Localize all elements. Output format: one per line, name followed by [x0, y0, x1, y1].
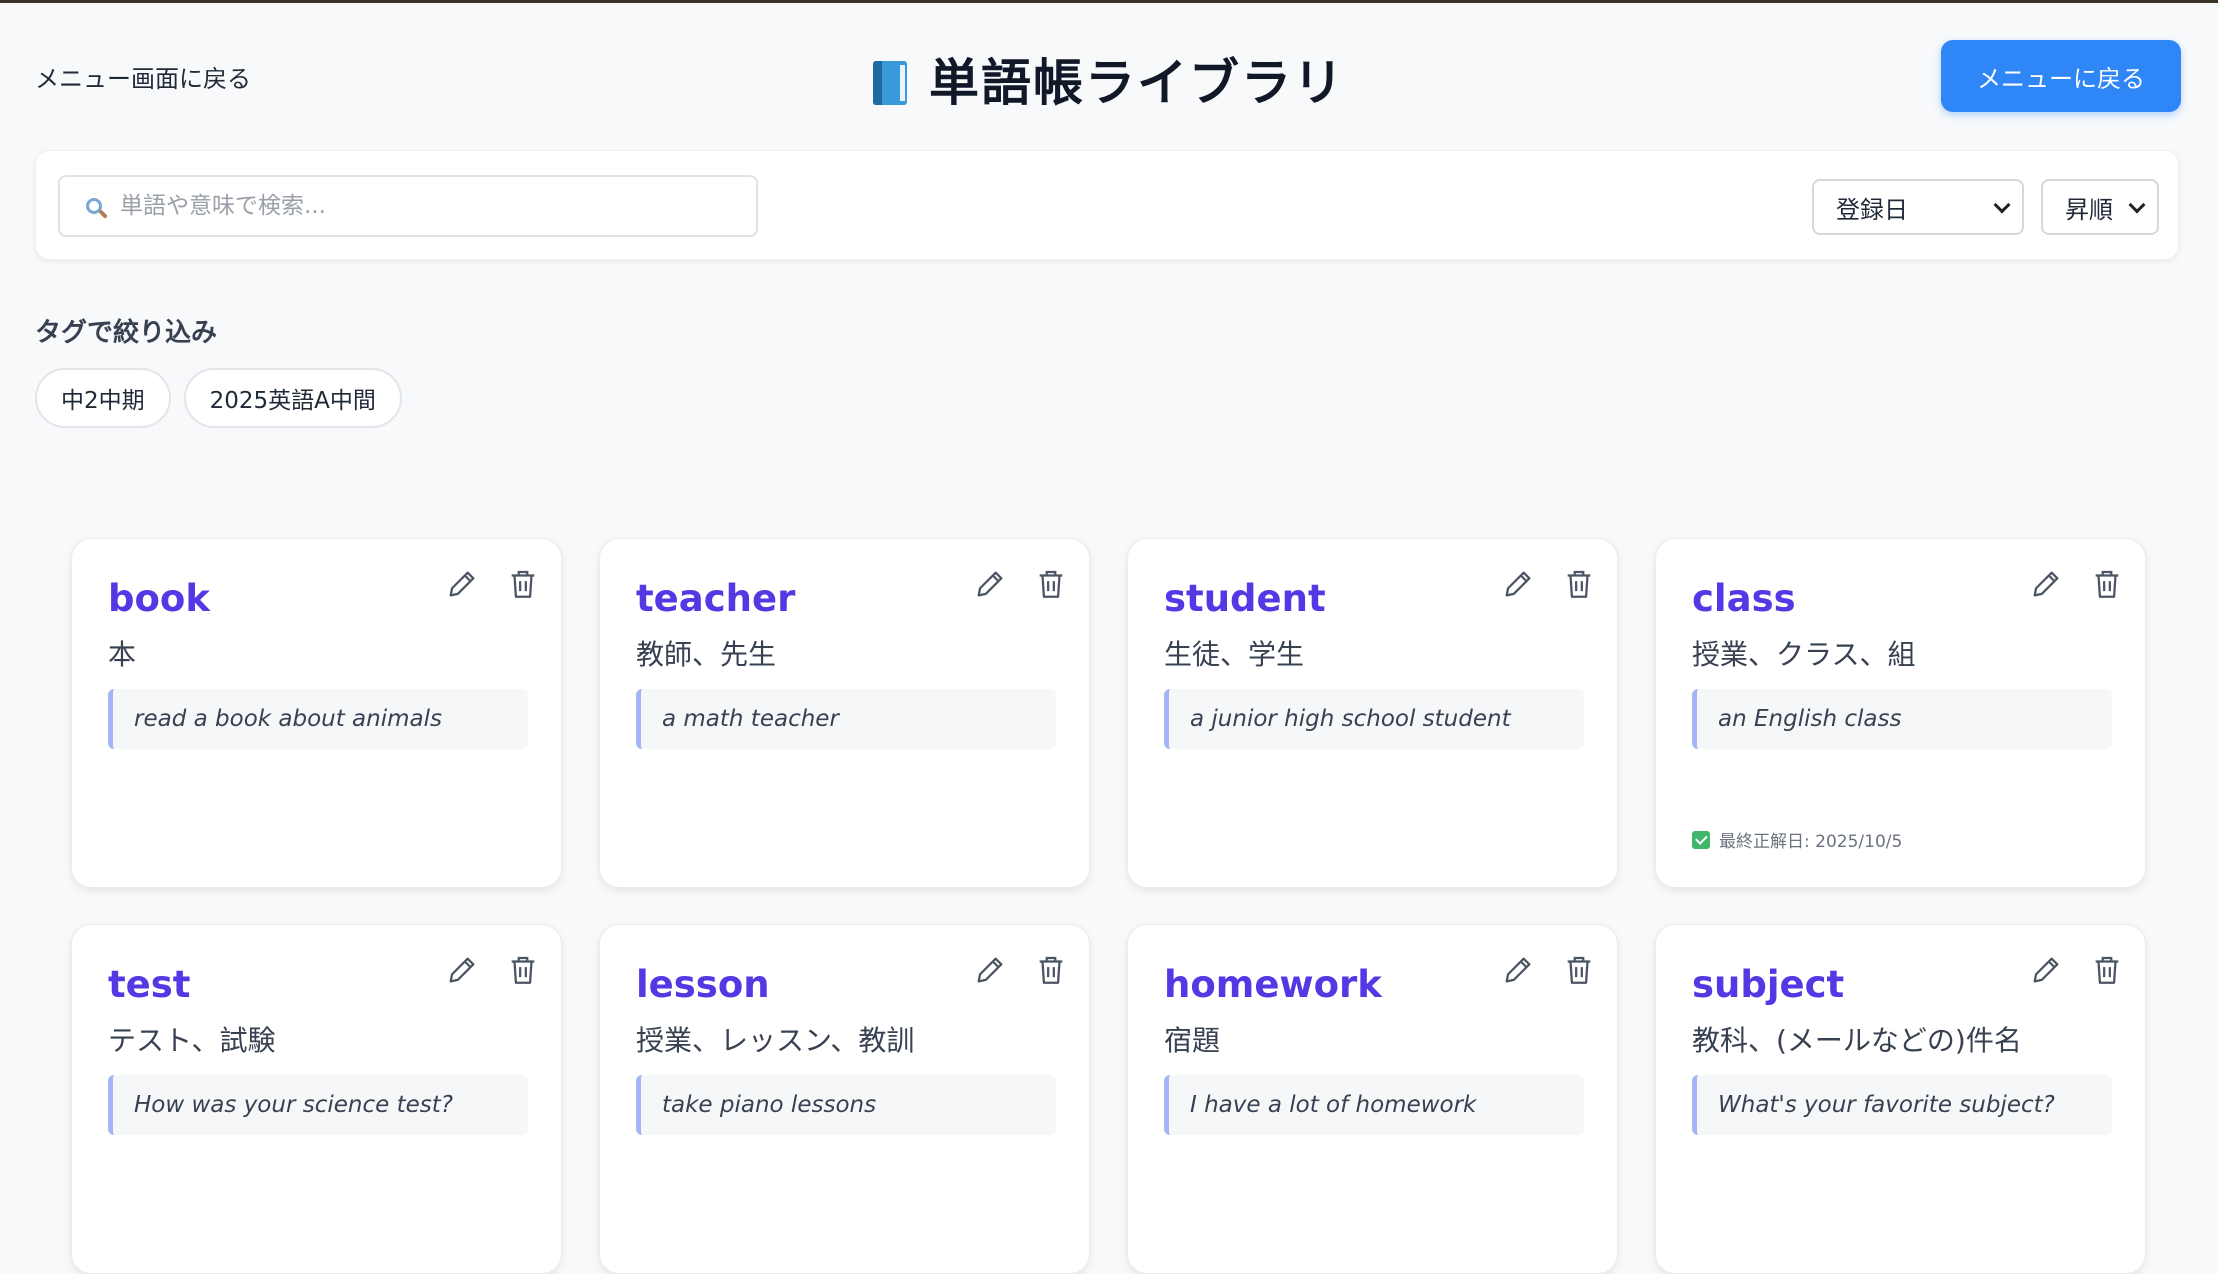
edit-pencil-icon[interactable] [973, 567, 1007, 601]
sort-field-value: 登録日 [1836, 195, 1908, 224]
edit-pencil-icon[interactable] [445, 953, 479, 987]
search-icon [86, 198, 102, 214]
card-example: a junior high school student [1164, 689, 1584, 749]
card-example: an English class [1692, 689, 2112, 749]
search-box[interactable] [58, 175, 758, 237]
word-card[interactable]: homework 宿題 I have a lot of homework [1127, 924, 1618, 1274]
sort-order-select[interactable]: 昇順 [2041, 179, 2159, 235]
chevron-down-icon [1993, 196, 2011, 214]
card-example: I have a lot of homework [1164, 1075, 1584, 1135]
card-word[interactable]: lesson [636, 963, 770, 1006]
card-example: What's your favorite subject? [1692, 1075, 2112, 1135]
card-example: How was your science test? [108, 1075, 528, 1135]
trash-icon[interactable] [506, 567, 540, 601]
card-meaning: 本 [108, 638, 137, 671]
card-meaning: テスト、試験 [108, 1024, 276, 1057]
checkmark-icon [1692, 830, 1710, 849]
card-word[interactable]: test [108, 963, 191, 1006]
card-word[interactable]: homework [1164, 963, 1382, 1006]
trash-icon[interactable] [2090, 567, 2124, 601]
trash-icon[interactable] [1562, 567, 1596, 601]
card-word[interactable]: class [1692, 577, 1796, 620]
card-meaning: 生徒、学生 [1164, 638, 1305, 671]
card-example: a math teacher [636, 689, 1056, 749]
tag-chip[interactable]: 中2中期 [35, 368, 171, 428]
card-meaning: 授業、レッスン、教訓 [636, 1024, 915, 1057]
trash-icon[interactable] [1562, 953, 1596, 987]
word-card[interactable]: class 授業、クラス、組 an English class 最終正解日: 2… [1655, 538, 2146, 888]
trash-icon[interactable] [2090, 953, 2124, 987]
edit-pencil-icon[interactable] [2029, 953, 2063, 987]
blue-book-icon [873, 61, 907, 105]
word-card[interactable]: teacher 教師、先生 a math teacher [599, 538, 1090, 888]
card-meaning: 教師、先生 [636, 638, 777, 671]
edit-pencil-icon[interactable] [973, 953, 1007, 987]
last-correct-text: 最終正解日: 2025/10/5 [1719, 832, 1903, 852]
trash-icon[interactable] [1034, 567, 1068, 601]
card-meaning: 宿題 [1164, 1024, 1221, 1057]
word-card[interactable]: lesson 授業、レッスン、教訓 take piano lessons [599, 924, 1090, 1274]
word-card[interactable]: book 本 read a book about animals [71, 538, 562, 888]
card-word[interactable]: teacher [636, 577, 795, 620]
page-title-text: 単語帳ライブラリ [929, 54, 1345, 112]
chevron-down-icon [2128, 196, 2146, 214]
edit-pencil-icon[interactable] [445, 567, 479, 601]
tag-filter-heading: タグで絞り込み [35, 318, 218, 348]
card-meaning: 教科、(メールなどの)件名 [1692, 1024, 2022, 1057]
sort-order-value: 昇順 [2065, 195, 2113, 224]
edit-pencil-icon[interactable] [1501, 953, 1535, 987]
card-word[interactable]: book [108, 577, 210, 620]
card-example: take piano lessons [636, 1075, 1056, 1135]
menu-return-button[interactable]: メニューに戻る [1941, 40, 2181, 112]
search-input[interactable] [118, 192, 756, 220]
card-word[interactable]: subject [1692, 963, 1844, 1006]
search-panel: 登録日 昇順 [35, 150, 2179, 260]
edit-pencil-icon[interactable] [1501, 567, 1535, 601]
trash-icon[interactable] [1034, 953, 1068, 987]
word-card[interactable]: student 生徒、学生 a junior high school stude… [1127, 538, 1618, 888]
sort-field-select[interactable]: 登録日 [1812, 179, 2024, 235]
card-example: read a book about animals [108, 689, 528, 749]
edit-pencil-icon[interactable] [2029, 567, 2063, 601]
word-card[interactable]: test テスト、試験 How was your science test? [71, 924, 562, 1274]
page-title: 単語帳ライブラリ [0, 43, 2218, 115]
last-correct-date: 最終正解日: 2025/10/5 [1692, 827, 1902, 852]
trash-icon[interactable] [506, 953, 540, 987]
card-word[interactable]: student [1164, 577, 1326, 620]
card-meaning: 授業、クラス、組 [1692, 638, 1916, 671]
tag-filter-list: 中2中期 2025英語A中間 [35, 368, 402, 428]
word-card[interactable]: subject 教科、(メールなどの)件名 What's your favori… [1655, 924, 2146, 1274]
tag-chip[interactable]: 2025英語A中間 [183, 368, 402, 428]
